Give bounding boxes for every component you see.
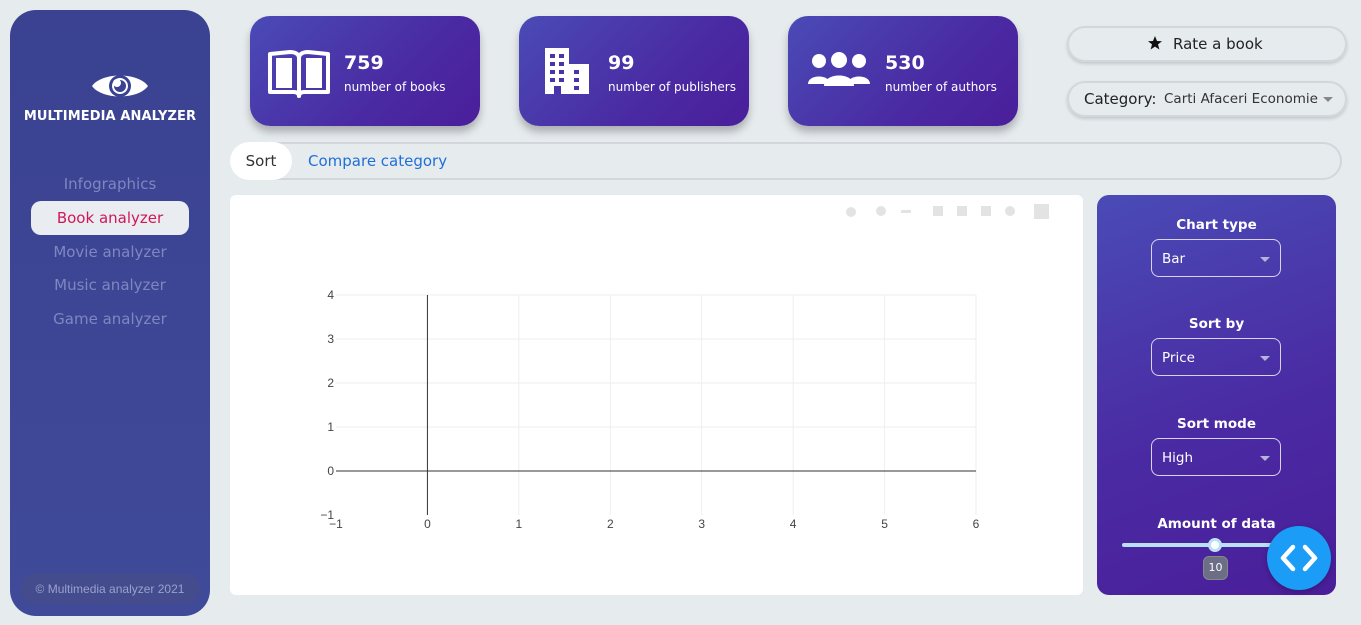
authors-count: 530 [885,52,925,74]
publishers-label: number of publishers [608,80,736,94]
category-value: Carti Afaceri Economie [1164,91,1318,107]
stat-card-books: 759 number of books [250,16,480,126]
authors-label: number of authors [885,80,997,94]
x-tick-label: 1 [516,517,523,531]
chart[interactable]: −1 0 1 2 3 4 5 6−101234 [230,195,1083,595]
chart-type-select[interactable]: Bar [1151,239,1281,277]
sort-mode-title: Sort mode [1177,416,1256,432]
pan-icon[interactable] [901,210,911,213]
code-icon [1280,544,1318,572]
building-icon [545,48,589,94]
autoscale-icon[interactable] [981,206,991,216]
category-label: Category: [1084,90,1157,108]
sort-by-select[interactable]: Price [1151,338,1281,376]
chevron-down-icon [1260,456,1270,461]
zoom-icon[interactable] [876,206,886,216]
books-label: number of books [344,80,446,94]
book-open-icon [268,50,330,98]
sidebar-item-music-analyzer[interactable]: Music analyzer [31,268,189,302]
y-tick-label: 1 [327,420,334,434]
amount-value-badge: 10 [1203,556,1228,580]
tab-bar: Sort Compare category [230,142,1342,180]
stat-card-authors: 530 number of authors [788,16,1018,126]
rate-book-button[interactable]: Rate a book [1067,26,1347,62]
stat-card-publishers: 99 number of publishers [519,16,749,126]
chart-panel: −1 0 1 2 3 4 5 6 −1 0 1 2 3 4 [230,195,1083,595]
x-tick-label: 0 [424,517,431,531]
y-tick-label: 3 [327,332,334,346]
x-tick-label: 3 [698,517,705,531]
y-tick-label: 2 [327,376,334,390]
books-count: 759 [344,52,384,74]
rate-book-label: Rate a book [1173,35,1263,53]
sort-by-value: Price [1162,350,1195,366]
chart-modebar[interactable] [846,204,1049,219]
chevron-down-icon [1260,356,1270,361]
amount-slider-handle[interactable] [1208,538,1222,552]
x-tick-label: 2 [607,517,614,531]
chart-type-title: Chart type [1176,217,1257,233]
tab-sort[interactable]: Sort [230,142,292,180]
eye-logo-icon [92,75,148,97]
x-tick-label: 6 [973,517,980,531]
sort-by-title: Sort by [1188,316,1245,332]
zoom-out-icon[interactable] [957,206,967,216]
publishers-count: 99 [608,52,635,74]
zoom-in-icon[interactable] [933,206,943,216]
app-title: MULTIMEDIA ANALYZER [23,109,197,124]
y-tick-label: 4 [327,288,334,302]
sidebar-item-infographics[interactable]: Infographics [31,167,189,201]
tab-compare-category[interactable]: Compare category [308,142,447,180]
sidebar: MULTIMEDIA ANALYZER Infographics Book an… [10,10,210,616]
sort-mode-value: High [1162,450,1194,466]
sidebar-item-game-analyzer[interactable]: Game analyzer [31,302,189,336]
sort-mode-select[interactable]: High [1151,438,1281,476]
code-toggle-button[interactable] [1267,526,1331,590]
chevron-down-icon [1260,257,1270,262]
copyright-footer: © Multimedia analyzer 2021 [20,574,200,604]
camera-icon[interactable] [846,207,856,217]
amount-slider-track[interactable] [1122,543,1282,547]
category-dropdown[interactable]: Category: Carti Afaceri Economie [1067,81,1347,117]
y-tick-label: −1 [320,508,334,522]
users-icon [808,52,870,86]
reset-axes-icon[interactable] [1005,206,1015,216]
sidebar-item-book-analyzer[interactable]: Book analyzer [31,201,189,235]
chart-type-value: Bar [1162,251,1186,267]
sidebar-item-movie-analyzer[interactable]: Movie analyzer [31,235,189,269]
chevron-down-icon [1323,97,1333,102]
plotly-logo-icon[interactable] [1034,204,1049,219]
y-tick-label: 0 [327,464,334,478]
x-tick-label: 5 [881,517,888,531]
star-icon [1148,36,1162,50]
x-tick-label: 4 [790,517,797,531]
